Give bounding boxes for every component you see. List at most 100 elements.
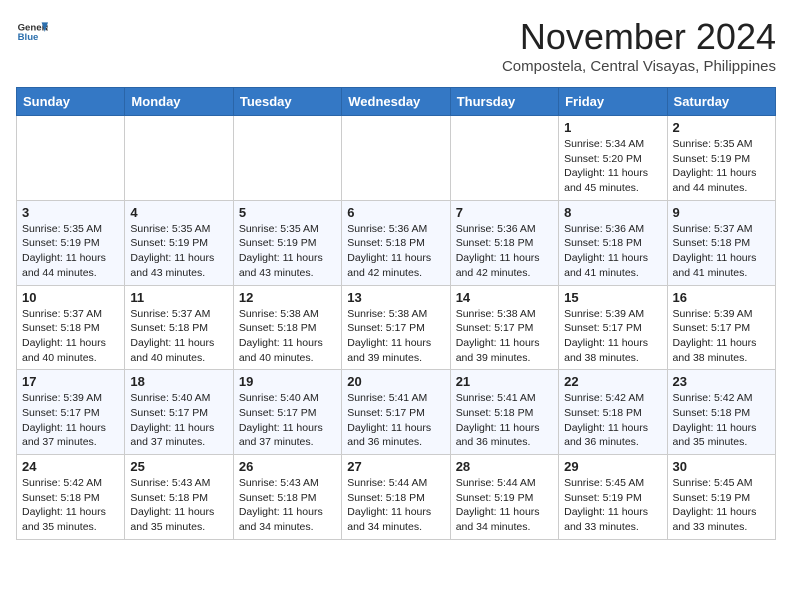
day-number: 15 — [564, 290, 661, 305]
month-title: November 2024 — [502, 16, 776, 58]
day-info: Sunrise: 5:43 AMSunset: 5:18 PMDaylight:… — [130, 476, 227, 535]
day-info: Sunrise: 5:38 AMSunset: 5:17 PMDaylight:… — [347, 307, 444, 366]
day-info: Sunrise: 5:38 AMSunset: 5:18 PMDaylight:… — [239, 307, 336, 366]
day-info: Sunrise: 5:40 AMSunset: 5:17 PMDaylight:… — [239, 391, 336, 450]
day-number: 2 — [673, 120, 770, 135]
day-info: Sunrise: 5:35 AMSunset: 5:19 PMDaylight:… — [130, 222, 227, 281]
day-info: Sunrise: 5:44 AMSunset: 5:19 PMDaylight:… — [456, 476, 553, 535]
calendar-cell: 10Sunrise: 5:37 AMSunset: 5:18 PMDayligh… — [17, 285, 125, 370]
day-info: Sunrise: 5:36 AMSunset: 5:18 PMDaylight:… — [347, 222, 444, 281]
day-info: Sunrise: 5:39 AMSunset: 5:17 PMDaylight:… — [22, 391, 119, 450]
day-info: Sunrise: 5:38 AMSunset: 5:17 PMDaylight:… — [456, 307, 553, 366]
calendar-week-row: 3 Sunrise: 5:35 AMSunset: 5:19 PMDaylight… — [17, 200, 776, 285]
day-info: Sunrise: 5:37 AMSunset: 5:18 PMDaylight:… — [22, 307, 119, 366]
day-number: 22 — [564, 374, 661, 389]
calendar-cell: 23 Sunrise: 5:42 AMSunset: 5:18 PMDayligh… — [667, 370, 775, 455]
calendar-cell: 12Sunrise: 5:38 AMSunset: 5:18 PMDayligh… — [233, 285, 341, 370]
day-number: 23 — [673, 374, 770, 389]
calendar-cell: 24 Sunrise: 5:42 AMSunset: 5:18 PMDayligh… — [17, 455, 125, 540]
day-number: 5 — [239, 205, 336, 220]
day-number: 16 — [673, 290, 770, 305]
calendar-cell: 9 Sunrise: 5:37 AMSunset: 5:18 PMDaylight… — [667, 200, 775, 285]
day-number: 13 — [347, 290, 444, 305]
day-info: Sunrise: 5:39 AMSunset: 5:17 PMDaylight:… — [564, 307, 661, 366]
day-number: 19 — [239, 374, 336, 389]
calendar-cell: 14 Sunrise: 5:38 AMSunset: 5:17 PMDayligh… — [450, 285, 558, 370]
day-info: Sunrise: 5:43 AMSunset: 5:18 PMDaylight:… — [239, 476, 336, 535]
day-info: Sunrise: 5:35 AMSunset: 5:19 PMDaylight:… — [673, 137, 770, 196]
day-number: 14 — [456, 290, 553, 305]
day-info: Sunrise: 5:35 AMSunset: 5:19 PMDaylight:… — [239, 222, 336, 281]
day-info: Sunrise: 5:37 AMSunset: 5:18 PMDaylight:… — [673, 222, 770, 281]
day-info: Sunrise: 5:36 AMSunset: 5:18 PMDaylight:… — [456, 222, 553, 281]
calendar-cell: 13 Sunrise: 5:38 AMSunset: 5:17 PMDayligh… — [342, 285, 450, 370]
calendar-cell: 18Sunrise: 5:40 AMSunset: 5:17 PMDayligh… — [125, 370, 233, 455]
calendar-cell — [125, 116, 233, 201]
day-number: 26 — [239, 459, 336, 474]
calendar-cell: 2 Sunrise: 5:35 AMSunset: 5:19 PMDaylight… — [667, 116, 775, 201]
calendar-day-header: Tuesday — [233, 88, 341, 116]
title-block: November 2024 Compostela, Central Visaya… — [502, 16, 776, 75]
calendar-cell: 11 Sunrise: 5:37 AMSunset: 5:18 PMDayligh… — [125, 285, 233, 370]
calendar-cell — [233, 116, 341, 201]
day-info: Sunrise: 5:44 AMSunset: 5:18 PMDaylight:… — [347, 476, 444, 535]
calendar-cell: 21 Sunrise: 5:41 AMSunset: 5:18 PMDayligh… — [450, 370, 558, 455]
day-number: 21 — [456, 374, 553, 389]
calendar-cell: 25 Sunrise: 5:43 AMSunset: 5:18 PMDayligh… — [125, 455, 233, 540]
calendar-cell: 6Sunrise: 5:36 AMSunset: 5:18 PMDaylight… — [342, 200, 450, 285]
day-info: Sunrise: 5:36 AMSunset: 5:18 PMDaylight:… — [564, 222, 661, 281]
calendar-week-row: 17 Sunrise: 5:39 AMSunset: 5:17 PMDayligh… — [17, 370, 776, 455]
day-number: 28 — [456, 459, 553, 474]
calendar-cell: 30 Sunrise: 5:45 AMSunset: 5:19 PMDayligh… — [667, 455, 775, 540]
day-info: Sunrise: 5:34 AMSunset: 5:20 PMDaylight:… — [564, 137, 661, 196]
day-number: 24 — [22, 459, 119, 474]
location: Compostela, Central Visayas, Philippines — [502, 58, 776, 75]
day-number: 1 — [564, 120, 661, 135]
logo-icon: General Blue — [16, 16, 48, 48]
calendar-cell — [17, 116, 125, 201]
calendar-day-header: Sunday — [17, 88, 125, 116]
day-info: Sunrise: 5:42 AMSunset: 5:18 PMDaylight:… — [564, 391, 661, 450]
day-number: 18 — [130, 374, 227, 389]
calendar-cell: 1 Sunrise: 5:34 AMSunset: 5:20 PMDaylight… — [559, 116, 667, 201]
day-info: Sunrise: 5:45 AMSunset: 5:19 PMDaylight:… — [673, 476, 770, 535]
day-number: 20 — [347, 374, 444, 389]
calendar-cell — [450, 116, 558, 201]
calendar-day-header: Thursday — [450, 88, 558, 116]
day-info: Sunrise: 5:42 AMSunset: 5:18 PMDaylight:… — [22, 476, 119, 535]
day-info: Sunrise: 5:41 AMSunset: 5:18 PMDaylight:… — [456, 391, 553, 450]
calendar-cell: 8 Sunrise: 5:36 AMSunset: 5:18 PMDaylight… — [559, 200, 667, 285]
day-number: 29 — [564, 459, 661, 474]
logo: General Blue — [16, 16, 48, 48]
calendar: SundayMondayTuesdayWednesdayThursdayFrid… — [16, 87, 776, 540]
day-number: 3 — [22, 205, 119, 220]
calendar-cell: 22 Sunrise: 5:42 AMSunset: 5:18 PMDayligh… — [559, 370, 667, 455]
calendar-cell: 27Sunrise: 5:44 AMSunset: 5:18 PMDayligh… — [342, 455, 450, 540]
day-number: 30 — [673, 459, 770, 474]
calendar-cell: 4 Sunrise: 5:35 AMSunset: 5:19 PMDaylight… — [125, 200, 233, 285]
page-header: General Blue November 2024 Compostela, C… — [16, 16, 776, 75]
calendar-cell: 29Sunrise: 5:45 AMSunset: 5:19 PMDayligh… — [559, 455, 667, 540]
day-number: 8 — [564, 205, 661, 220]
day-info: Sunrise: 5:37 AMSunset: 5:18 PMDaylight:… — [130, 307, 227, 366]
calendar-cell: 16 Sunrise: 5:39 AMSunset: 5:17 PMDayligh… — [667, 285, 775, 370]
day-info: Sunrise: 5:39 AMSunset: 5:17 PMDaylight:… — [673, 307, 770, 366]
day-number: 9 — [673, 205, 770, 220]
day-number: 25 — [130, 459, 227, 474]
day-number: 17 — [22, 374, 119, 389]
calendar-day-header: Wednesday — [342, 88, 450, 116]
calendar-cell: 17 Sunrise: 5:39 AMSunset: 5:17 PMDayligh… — [17, 370, 125, 455]
calendar-cell: 19 Sunrise: 5:40 AMSunset: 5:17 PMDayligh… — [233, 370, 341, 455]
calendar-week-row: 10Sunrise: 5:37 AMSunset: 5:18 PMDayligh… — [17, 285, 776, 370]
day-number: 11 — [130, 290, 227, 305]
calendar-week-row: 1 Sunrise: 5:34 AMSunset: 5:20 PMDaylight… — [17, 116, 776, 201]
day-info: Sunrise: 5:42 AMSunset: 5:18 PMDaylight:… — [673, 391, 770, 450]
calendar-cell: 5 Sunrise: 5:35 AMSunset: 5:19 PMDaylight… — [233, 200, 341, 285]
day-info: Sunrise: 5:35 AMSunset: 5:19 PMDaylight:… — [22, 222, 119, 281]
calendar-day-header: Monday — [125, 88, 233, 116]
day-number: 4 — [130, 205, 227, 220]
day-info: Sunrise: 5:41 AMSunset: 5:17 PMDaylight:… — [347, 391, 444, 450]
day-number: 7 — [456, 205, 553, 220]
calendar-week-row: 24 Sunrise: 5:42 AMSunset: 5:18 PMDayligh… — [17, 455, 776, 540]
calendar-cell: 26 Sunrise: 5:43 AMSunset: 5:18 PMDayligh… — [233, 455, 341, 540]
